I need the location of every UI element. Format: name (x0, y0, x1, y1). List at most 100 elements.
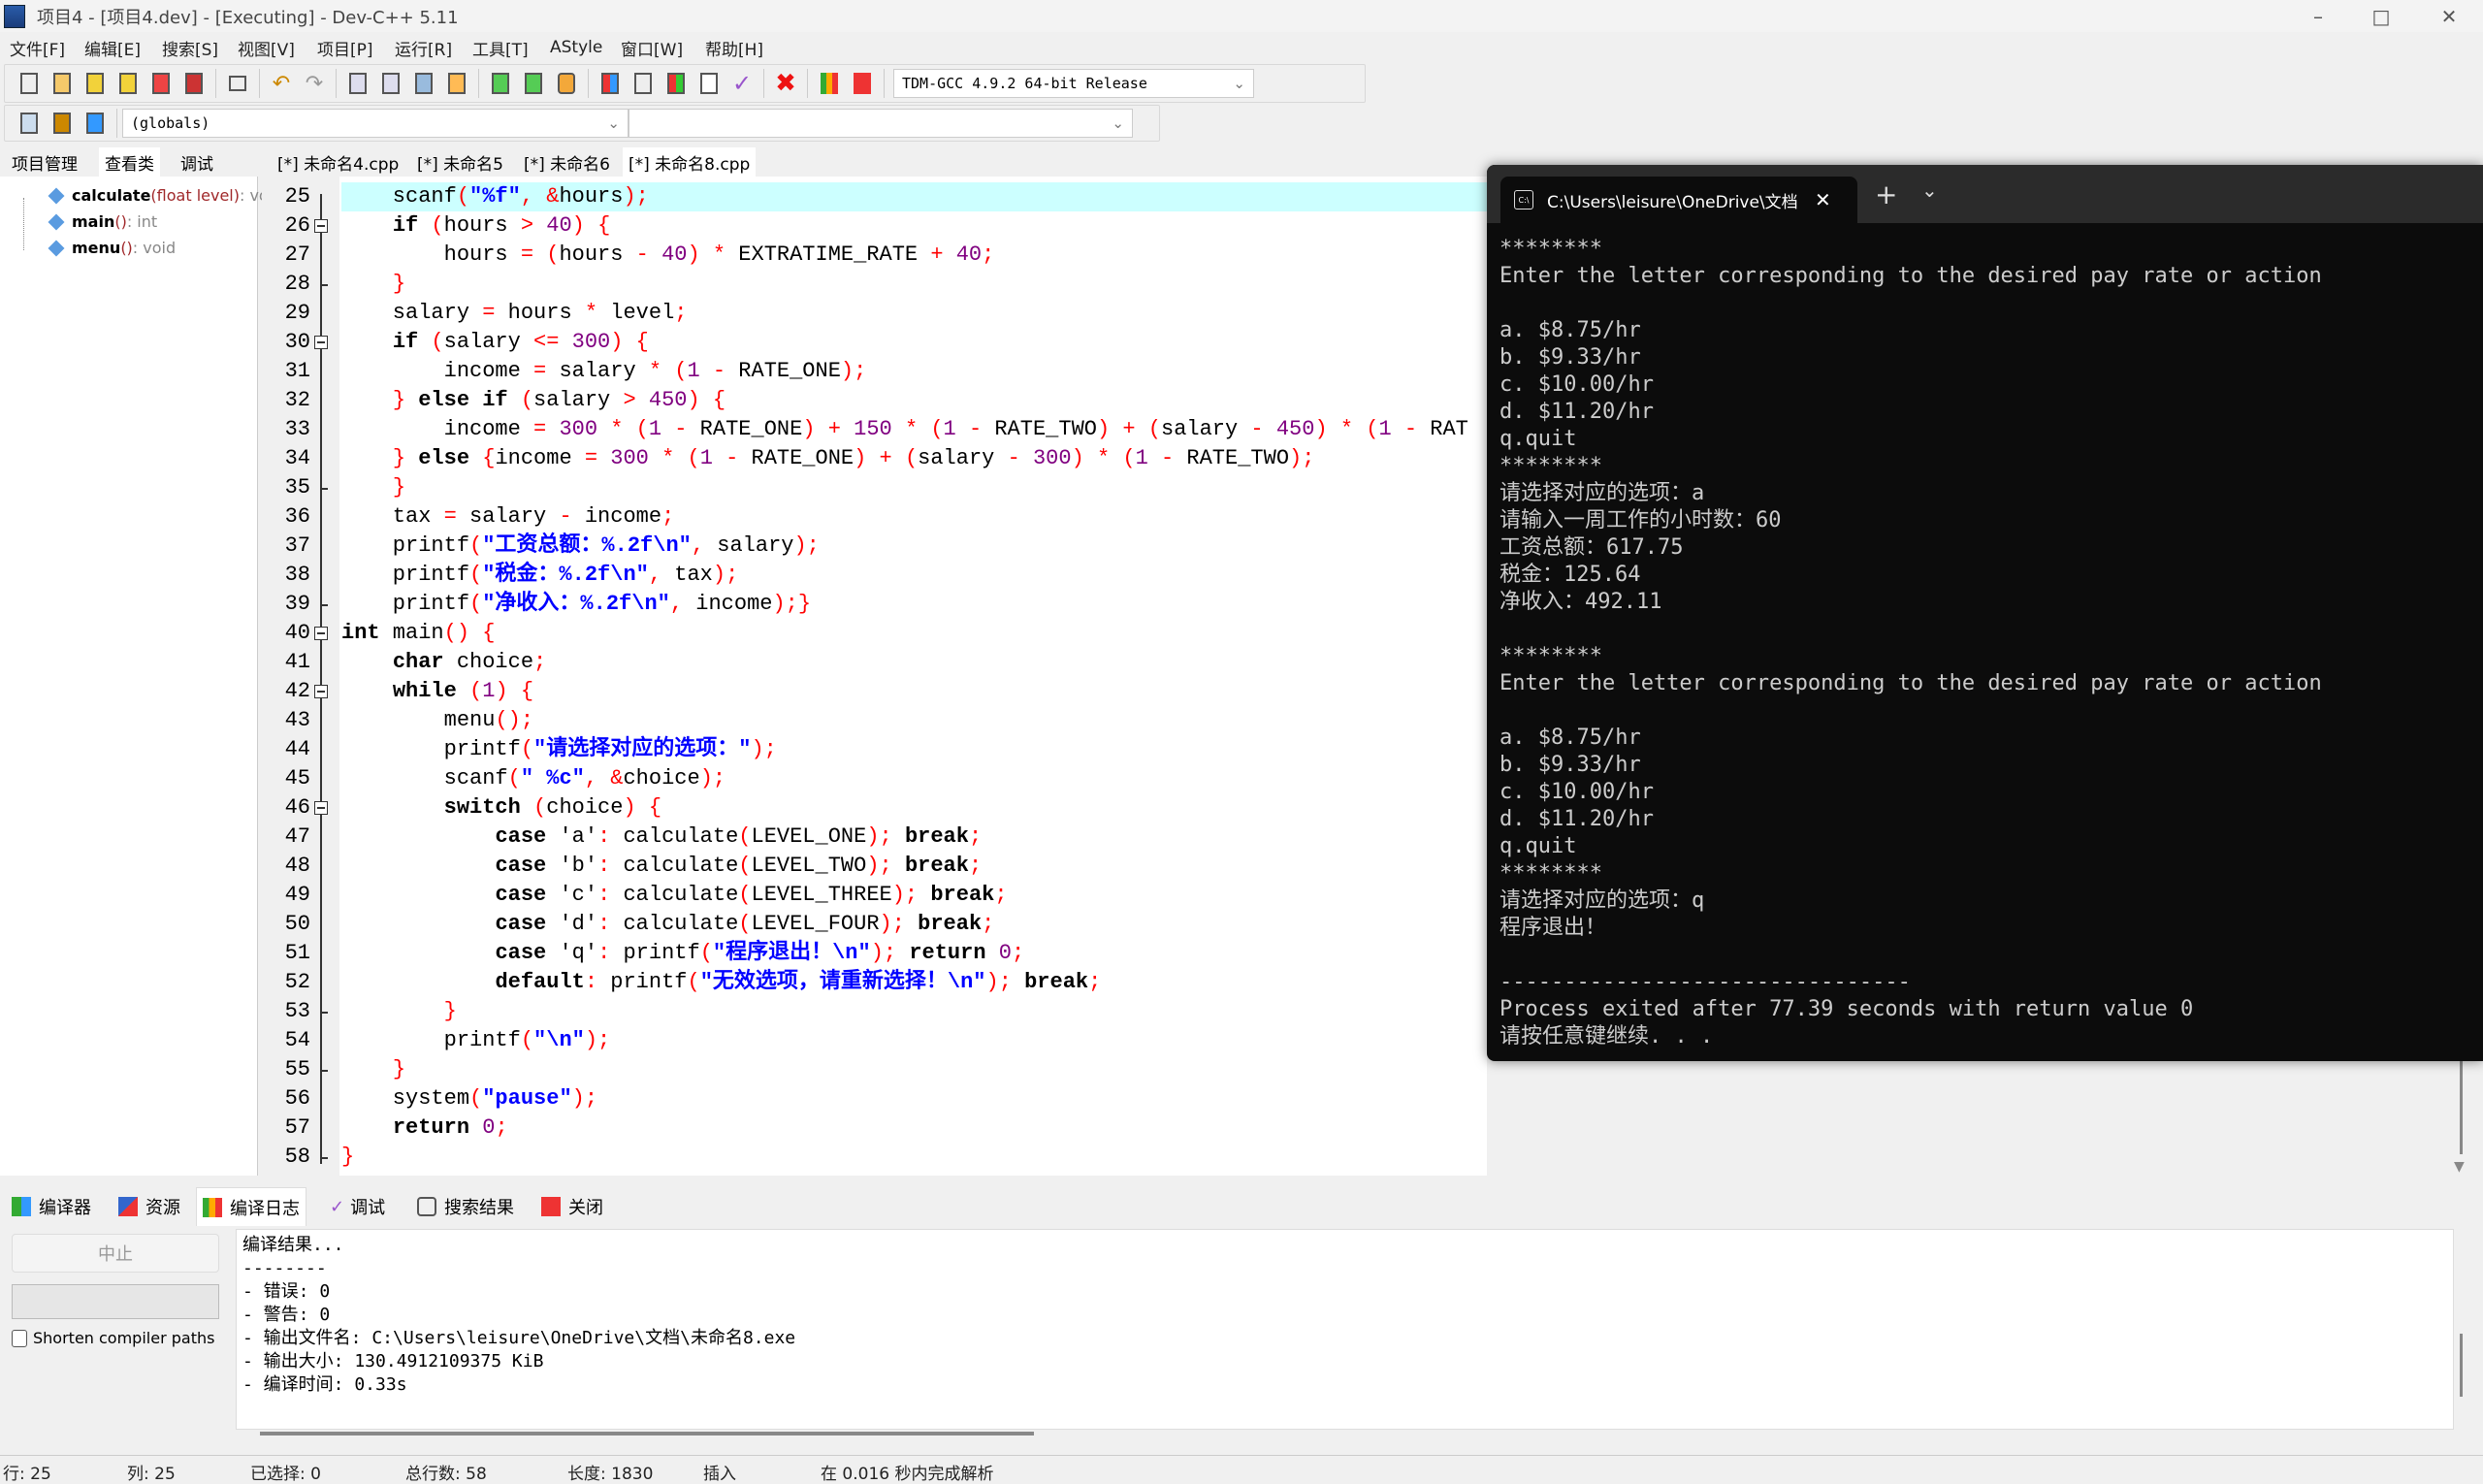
menu-search[interactable]: 搜索[S] (162, 36, 218, 60)
tree-item-main[interactable]: main () : int (50, 212, 157, 231)
tab-debug-output[interactable]: ✓调试 (324, 1187, 391, 1226)
member-select[interactable]: ⌄ (629, 109, 1133, 138)
compile-run-icon[interactable] (662, 70, 690, 97)
code-line[interactable]: tax = salary - income; (341, 502, 1487, 532)
code-line[interactable]: case 'c': calculate(LEVEL_THREE); break; (341, 881, 1487, 910)
shorten-paths-checkbox[interactable]: Shorten compiler paths (12, 1329, 214, 1347)
menu-run[interactable]: 运行[R] (395, 36, 452, 60)
code-line[interactable]: } (341, 270, 1487, 299)
fold-toggle-icon[interactable] (314, 336, 328, 349)
save-all-icon[interactable] (114, 70, 142, 97)
menu-edit[interactable]: 编辑[E] (84, 36, 141, 60)
add-to-project-icon[interactable] (487, 70, 514, 97)
current-code-line[interactable]: scanf("%f", &hours); (341, 182, 1487, 211)
tab-dropdown-icon[interactable]: ⌄ (1921, 178, 1938, 202)
tab-search-results[interactable]: 搜索结果 (411, 1187, 520, 1226)
code-line[interactable]: printf("税金：%.2f\n", tax); (341, 561, 1487, 590)
code-line[interactable]: char choice; (341, 648, 1487, 677)
editor-tab-8[interactable]: [*] 未命名8.cpp (623, 147, 756, 177)
redo-icon[interactable]: ↷ (301, 70, 328, 97)
insert-icon[interactable] (16, 110, 43, 137)
console-window[interactable]: C:\ C:\Users\leisure\OneDrive\文档 ✕ + ⌄ *… (1487, 165, 2483, 1061)
checkbox-icon[interactable] (12, 1330, 27, 1347)
tab-compiler[interactable]: 编译器 (6, 1187, 97, 1226)
editor-tab-5[interactable]: [*] 未命名5 (411, 147, 509, 177)
new-file-icon[interactable] (16, 70, 43, 97)
code-line[interactable]: income = 300 * (1 - RATE_ONE) + 150 * (1… (341, 415, 1487, 444)
close-all-icon[interactable] (180, 70, 208, 97)
code-line[interactable]: } (341, 1143, 1487, 1172)
editor-scrollbar[interactable] (2460, 1057, 2463, 1154)
code-line[interactable]: scanf(" %c", &choice); (341, 764, 1487, 793)
code-line[interactable]: } (341, 473, 1487, 502)
code-line[interactable]: switch (choice) { (341, 793, 1487, 823)
console-tab[interactable]: C:\ C:\Users\leisure\OneDrive\文档 ✕ (1500, 177, 1857, 223)
fold-toggle-icon[interactable] (314, 627, 328, 640)
code-line[interactable]: if (hours > 40) { (341, 211, 1487, 241)
code-line[interactable]: printf("工资总额：%.2f\n", salary); (341, 532, 1487, 561)
menu-window[interactable]: 窗口[W] (621, 36, 683, 60)
compile-icon[interactable] (597, 70, 624, 97)
delete-profile-icon[interactable] (849, 70, 876, 97)
goto-line-icon[interactable] (410, 70, 437, 97)
tab-compile-log[interactable]: 编译日志 (196, 1187, 306, 1226)
scroll-down-icon[interactable]: ▼ (2454, 1159, 2465, 1175)
find-icon[interactable] (344, 70, 371, 97)
compile-log[interactable]: 编译结果...--------- 错误: 0- 警告: 0- 输出文件名: C:… (236, 1229, 2454, 1430)
rebuild-all-icon[interactable] (695, 70, 723, 97)
tab-project[interactable]: 项目管理 (6, 147, 83, 177)
code-line[interactable]: case 'a': calculate(LEVEL_ONE); break; (341, 823, 1487, 852)
syntax-check-icon[interactable]: ✓ (728, 70, 756, 97)
code-line[interactable]: case 'd': calculate(LEVEL_FOUR); break; (341, 910, 1487, 939)
code-line[interactable]: default: printf("无效选项，请重新选择！\n"); break; (341, 968, 1487, 997)
toggle-bookmark-icon[interactable] (48, 110, 76, 137)
editor-tab-4[interactable]: [*] 未命名4.cpp (272, 147, 404, 177)
tab-debug[interactable]: 调试 (175, 147, 219, 177)
code-line[interactable]: printf("\n"); (341, 1026, 1487, 1055)
code-line[interactable]: } (341, 1055, 1487, 1084)
code-line[interactable]: hours = (hours - 40) * EXTRATIME_RATE + … (341, 241, 1487, 270)
code-line[interactable]: menu(); (341, 706, 1487, 735)
stop-execution-icon[interactable]: ✖ (772, 70, 799, 97)
log-horizontal-scrollbar[interactable] (260, 1432, 1034, 1436)
save-icon[interactable] (81, 70, 109, 97)
print-icon[interactable] (224, 70, 251, 97)
project-options-icon[interactable] (553, 70, 580, 97)
code-line[interactable]: return 0; (341, 1113, 1487, 1143)
code-line[interactable]: } else if (salary > 450) { (341, 386, 1487, 415)
open-file-icon[interactable] (48, 70, 76, 97)
remove-from-project-icon[interactable] (520, 70, 547, 97)
menu-tools[interactable]: 工具[T] (472, 36, 529, 60)
code-line[interactable]: case 'b': calculate(LEVEL_TWO); break; (341, 852, 1487, 881)
code-line[interactable]: system("pause"); (341, 1084, 1487, 1113)
code-line[interactable]: } (341, 997, 1487, 1026)
tab-classes[interactable]: 查看类 (99, 147, 160, 177)
fold-toggle-icon[interactable] (314, 685, 328, 698)
fold-toggle-icon[interactable] (314, 219, 328, 233)
goto-bookmark-icon[interactable] (443, 70, 470, 97)
compiler-select[interactable]: TDM-GCC 4.9.2 64-bit Release ⌄ (893, 69, 1254, 98)
code-editor[interactable]: 2526272829303132333435363738394041424344… (262, 177, 1487, 1176)
code-line[interactable]: case 'q': printf("程序退出！\n"); return 0; (341, 939, 1487, 968)
abort-button[interactable]: 中止 (12, 1234, 219, 1273)
code-line[interactable]: printf("请选择对应的选项："); (341, 735, 1487, 764)
scope-select[interactable]: (globals) ⌄ (122, 109, 629, 138)
tree-item-calculate[interactable]: calculate (float level) : voi (50, 186, 273, 205)
tab-close[interactable]: 关闭 (535, 1187, 609, 1226)
menu-project[interactable]: 项目[P] (317, 36, 373, 60)
code-line[interactable]: int main() { (341, 619, 1487, 648)
code-line[interactable]: if (salary <= 300) { (341, 328, 1487, 357)
goto-icon[interactable] (81, 110, 109, 137)
code-line[interactable]: salary = hours * level; (341, 299, 1487, 328)
log-vertical-scrollbar[interactable] (2460, 1334, 2463, 1397)
close-tab-icon[interactable]: ✕ (1815, 188, 1831, 211)
menu-file[interactable]: 文件[F] (10, 36, 65, 60)
editor-tab-6[interactable]: [*] 未命名6 (518, 147, 616, 177)
close-button[interactable]: ✕ (2420, 0, 2478, 32)
code-line[interactable]: while (1) { (341, 677, 1487, 706)
minimize-button[interactable]: – (2289, 0, 2347, 32)
menu-astyle[interactable]: AStyle (550, 38, 602, 57)
tab-resources[interactable]: 资源 (113, 1187, 186, 1226)
run-icon[interactable] (629, 70, 657, 97)
code-line[interactable]: } else {income = 300 * (1 - RATE_ONE) + … (341, 444, 1487, 473)
